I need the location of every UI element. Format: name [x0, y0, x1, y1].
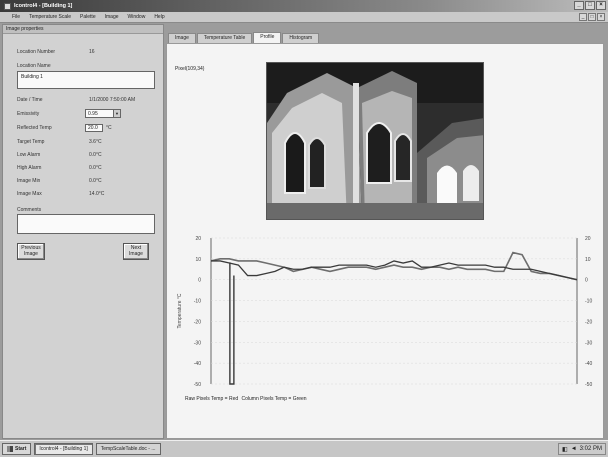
target-temp-label: Target Temp — [17, 139, 45, 145]
windows-flag-icon — [7, 446, 13, 452]
profile-chart-svg: 20 20 10 10 0 0 -10 -10 -20 -20 -30 -30 -40 -40 -50 -50… — [177, 236, 592, 388]
image-min-value: 0.0°C — [89, 178, 102, 184]
y-tick-label-left: -20 — [194, 319, 201, 325]
maximize-button[interactable]: □ — [585, 1, 595, 10]
panel-title: Image properties — [3, 25, 163, 34]
network-icon[interactable]: ◧ — [562, 446, 568, 453]
image-max-label: Image Max — [17, 191, 42, 197]
y-tick-label-right: -30 — [585, 340, 592, 346]
low-alarm-label: Low Alarm — [17, 152, 41, 158]
window-controls: _ □ × — [574, 1, 606, 10]
taskbar: Start Icontrol4 - [Building 1] TempScale… — [0, 440, 608, 457]
emissivity-value: 0.95 — [88, 111, 98, 117]
y-tick-label-right: 10 — [585, 257, 591, 263]
menu-help[interactable]: Help — [154, 14, 164, 20]
menu-file[interactable]: File — [12, 14, 20, 20]
y-tick-label-right: 0 — [585, 278, 588, 284]
volume-icon[interactable]: ◄ — [571, 446, 577, 452]
title-bar: Icontrol4 - [Building 1] _ □ × — [0, 0, 608, 12]
tab-histogram[interactable]: Histogram — [282, 33, 320, 43]
location-name-field[interactable]: Building 1 — [17, 71, 155, 89]
thermal-image-drawing — [267, 63, 483, 219]
y-tick-label-right: 20 — [585, 236, 591, 242]
tab-temperature-table[interactable]: Temperature Table — [196, 33, 253, 43]
legend-column: Column Pixels Temp = Green — [241, 396, 307, 402]
chevron-down-icon[interactable]: ▼ — [113, 110, 120, 117]
mdi-minimize-button[interactable]: _ — [579, 13, 587, 21]
clock: 3:02 PM — [579, 446, 602, 452]
profile-chart: 20 20 10 10 0 0 -10 -10 -20 -20 -30 -30 -40 -40 -50 -50… — [167, 228, 605, 440]
minimize-button[interactable]: _ — [574, 1, 584, 10]
y-tick-label-left: -40 — [194, 361, 201, 367]
series-spike-line — [229, 262, 235, 385]
y-tick-label-left: 0 — [198, 278, 201, 284]
start-button[interactable]: Start — [2, 443, 32, 455]
y-tick-label-left: -30 — [194, 340, 201, 346]
taskbar-item-document[interactable]: TempScaleTable.doc - ... — [95, 443, 161, 455]
reflected-temp-unit: °C — [106, 125, 112, 131]
mdi-restore-button[interactable]: □ — [588, 13, 596, 21]
location-number-value: 16 — [89, 49, 95, 55]
legend-raw: Raw Pixels Temp = Red — [185, 396, 239, 402]
menu-bar: File Temperature Scale Palette Image Win… — [0, 12, 608, 23]
pixel-coordinate-label: Pixel(109,34) — [175, 66, 205, 72]
date-time-value: 1/1/2000 7:50:00 AM — [89, 97, 136, 103]
tab-image[interactable]: Image — [168, 33, 196, 43]
comments-label: Comments — [17, 207, 42, 213]
system-tray: ◧ ◄ 3:02 PM — [558, 443, 606, 455]
reflected-temp-value: 20.0 — [88, 125, 98, 131]
y-tick-label-right: -20 — [585, 319, 592, 325]
location-number-label: Location Number — [17, 49, 56, 55]
chart-legend: Raw Pixels Temp = Red Column Pixels Temp… — [185, 396, 309, 402]
app-icon — [4, 2, 11, 10]
y-tick-label-left: -50 — [194, 382, 201, 388]
reflected-temp-field[interactable]: 20.0 — [85, 124, 103, 132]
start-label: Start — [15, 446, 27, 452]
thermal-image[interactable] — [266, 62, 484, 220]
y-tick-label-left: -10 — [194, 299, 201, 305]
y-axis-label: Temperature °C — [177, 293, 183, 328]
image-min-label: Image Min — [17, 178, 41, 184]
reflected-temp-label: Reflected Temp — [17, 125, 52, 131]
menu-image[interactable]: Image — [105, 14, 119, 20]
y-tick-label-right: -40 — [585, 361, 592, 367]
view-tabs: Image Temperature Table Profile Histogra… — [168, 32, 320, 43]
y-tick-label-left: 10 — [195, 257, 201, 263]
low-alarm-value: 0.0°C — [89, 152, 102, 158]
series-line-0 — [210, 251, 578, 281]
image-properties-panel: Image properties Location Number 16 Loca… — [2, 24, 164, 439]
mdi-close-button[interactable]: × — [597, 13, 605, 21]
previous-image-button[interactable]: Previous Image — [17, 243, 45, 260]
location-name-value: Building 1 — [21, 74, 43, 80]
y-tick-label-right: -50 — [585, 382, 592, 388]
tab-profile[interactable]: Profile — [253, 32, 282, 43]
menu-palette[interactable]: Palette — [80, 14, 96, 20]
close-button[interactable]: × — [596, 1, 606, 10]
y-tick-label-left: 20 — [195, 236, 201, 242]
image-max-value: 14.0°C — [89, 191, 105, 197]
target-temp-value: 3.6°C — [89, 139, 102, 145]
date-time-label: Date / Time — [17, 97, 43, 103]
high-alarm-value: 0.0°C — [89, 165, 102, 171]
y-tick-label-right: -10 — [585, 299, 592, 305]
mdi-controls: _ □ × — [579, 13, 605, 21]
profile-view: Pixel(109,34) 20 20 10 10 0 0 -10 -10 -20 -20 -30 -… — [166, 43, 604, 439]
menu-window[interactable]: Window — [128, 14, 146, 20]
menu-temperature-scale[interactable]: Temperature Scale — [29, 14, 71, 20]
window-title: Icontrol4 - [Building 1] — [14, 3, 73, 9]
taskbar-item-icontrol[interactable]: Icontrol4 - [Building 1] — [34, 443, 93, 455]
comments-field[interactable] — [17, 214, 155, 234]
location-name-label: Location Name — [17, 63, 51, 69]
emissivity-select[interactable]: 0.95 ▼ — [85, 109, 121, 118]
emissivity-label: Emissivity — [17, 111, 40, 117]
next-image-button[interactable]: Next Image — [123, 243, 149, 260]
high-alarm-label: High Alarm — [17, 165, 42, 171]
